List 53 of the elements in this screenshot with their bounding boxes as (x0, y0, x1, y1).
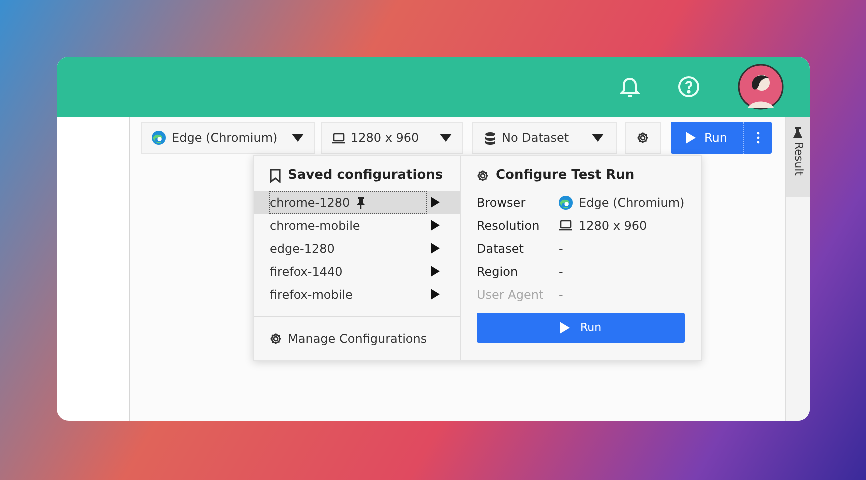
more-icon (756, 132, 760, 144)
resolution-dropdown[interactable]: 1280 x 960 (321, 122, 463, 154)
run-button[interactable]: Run (477, 313, 685, 343)
field-label: Dataset (477, 240, 525, 258)
avatar[interactable] (738, 64, 784, 110)
configuration-item[interactable]: firefox-1440 (254, 260, 460, 283)
help-icon[interactable] (678, 76, 700, 98)
play-icon (560, 322, 570, 334)
dataset-dropdown[interactable]: No Dataset (472, 122, 617, 154)
submenu-arrow-icon (431, 289, 440, 300)
saved-configurations-title: Saved configurations (288, 167, 444, 186)
database-icon (485, 132, 496, 144)
field-value: Edge (Chromium) (579, 194, 685, 212)
field-value: - (559, 286, 564, 304)
configure-test-run-title: Configure Test Run (496, 167, 635, 186)
configuration-item[interactable]: chrome-mobile (254, 214, 460, 237)
flask-icon (793, 127, 803, 138)
bookmark-icon (270, 169, 281, 183)
field-value: - (559, 240, 564, 258)
caret-icon (440, 134, 452, 142)
field-label: Browser (477, 194, 527, 212)
configuration-item[interactable]: firefox-mobile (254, 283, 460, 306)
configuration-item[interactable]: chrome-1280 (254, 191, 460, 214)
browser-logo-icon (559, 196, 573, 210)
configuration-name: chrome-mobile (270, 218, 360, 234)
settings-button[interactable] (625, 122, 661, 154)
result-tab[interactable]: Result (786, 117, 810, 197)
play-icon (686, 132, 696, 144)
field-value: 1280 x 960 (579, 218, 648, 234)
field-label: Resolution (477, 218, 541, 234)
browser-logo-icon (152, 131, 166, 145)
laptop-icon (559, 220, 573, 231)
settings-icon (477, 170, 489, 182)
configuration-item[interactable]: edge-1280 (254, 237, 460, 260)
settings-icon (637, 132, 649, 144)
caret-icon (292, 134, 304, 142)
configuration-name: chrome-1280 (270, 194, 350, 212)
manage-configurations-link[interactable]: Manage Configurations (288, 330, 428, 348)
field-label: Region (477, 264, 520, 280)
field-label: User Agent (477, 286, 545, 304)
submenu-arrow-icon (431, 220, 440, 231)
configuration-name: edge-1280 (270, 240, 335, 258)
laptop-icon (332, 132, 346, 144)
configuration-name: firefox-mobile (270, 286, 353, 304)
settings-icon (270, 332, 282, 344)
configuration-name: firefox-1440 (270, 264, 343, 280)
submenu-arrow-icon (431, 266, 440, 277)
caret-icon (592, 134, 604, 142)
field-value: - (559, 264, 564, 280)
submenu-arrow-icon (431, 243, 440, 254)
notification-bell-icon[interactable] (620, 76, 640, 98)
submenu-arrow-icon (431, 197, 440, 208)
browser-dropdown[interactable]: Edge (Chromium) (141, 122, 315, 154)
